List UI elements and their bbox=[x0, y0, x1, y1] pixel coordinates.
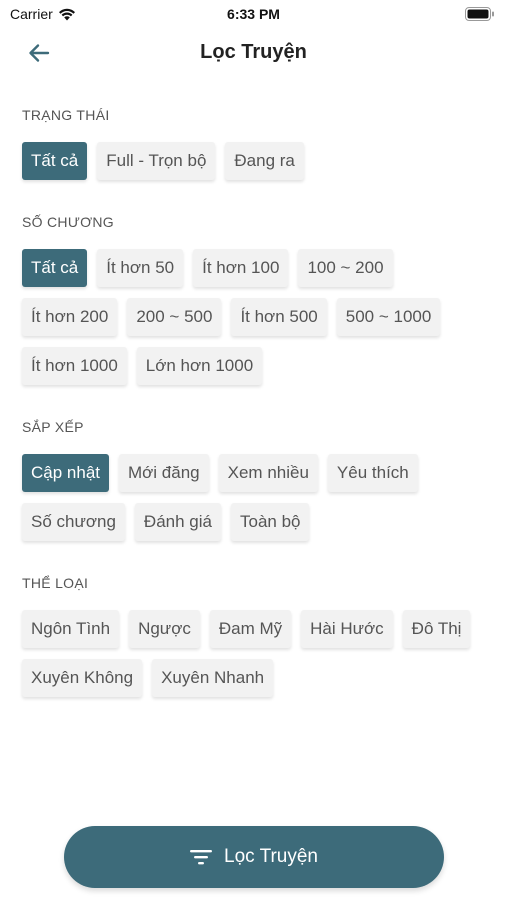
chapters-chip[interactable]: 500 ~ 1000 bbox=[336, 298, 441, 336]
chapters-chip[interactable]: 200 ~ 500 bbox=[127, 298, 222, 336]
chapters-chip[interactable]: Lớn hơn 1000 bbox=[136, 347, 263, 385]
chapters-chip[interactable]: Tất cả bbox=[22, 249, 88, 287]
nav-bar: Lọc Truyện bbox=[0, 30, 507, 76]
chapters-chip[interactable]: Ít hơn 200 bbox=[22, 298, 118, 336]
sort-chip[interactable]: Toàn bộ bbox=[230, 503, 310, 541]
sort-chip[interactable]: Xem nhiều bbox=[218, 454, 318, 492]
chapters-chip[interactable]: Ít hơn 500 bbox=[231, 298, 327, 336]
genre-chip[interactable]: Xuyên Nhanh bbox=[152, 659, 274, 697]
section-title-genre: THỂ LOẠI bbox=[22, 575, 89, 591]
chapters-chip[interactable]: Ít hơn 50 bbox=[97, 249, 184, 287]
genre-chip[interactable]: Ngược bbox=[129, 610, 200, 648]
chapters-section: SỐ CHƯƠNG Tất cả Ít hơn 50 Ít hơn 100 100 ~… bbox=[22, 214, 485, 385]
status-chip[interactable]: Tất cả bbox=[22, 142, 88, 180]
genre-chip[interactable]: Đô Thị bbox=[402, 610, 471, 648]
filter-icon bbox=[190, 850, 212, 865]
genre-chip[interactable]: Xuyên Không bbox=[22, 659, 143, 697]
status-section: TRẠNG THÁI Tất cả Full - Trọn bộ Đang ra bbox=[22, 107, 485, 180]
section-title-status: TRẠNG THÁI bbox=[22, 107, 110, 123]
status-chip[interactable]: Full - Trọn bộ bbox=[97, 142, 216, 180]
chapters-chip[interactable]: Ít hơn 100 bbox=[193, 249, 289, 287]
section-title-chapters: SỐ CHƯƠNG bbox=[22, 214, 114, 230]
sort-chip-group: Cập nhật Mới đăng Xem nhiều Yêu thích Số chư… bbox=[22, 454, 485, 541]
sort-chip[interactable]: Yêu thích bbox=[327, 454, 418, 492]
apply-filter-label: Lọc Truyện bbox=[224, 846, 318, 867]
status-bar: Carrier 6:33 PM bbox=[0, 0, 507, 30]
page-title: Lọc Truyện bbox=[200, 41, 307, 63]
genre-chip-group: Ngôn Tình Ngược Đam Mỹ Hài Hước Đô Thị Xuyên … bbox=[22, 610, 485, 697]
chapters-chip[interactable]: 100 ~ 200 bbox=[298, 249, 393, 287]
status-chip[interactable]: Đang ra bbox=[225, 142, 304, 180]
section-title-sort: SẮP XẾP bbox=[22, 419, 84, 435]
chapters-chip[interactable]: Ít hơn 1000 bbox=[22, 347, 127, 385]
apply-filter-button[interactable]: Lọc Truyện bbox=[64, 826, 444, 888]
genre-chip[interactable]: Đam Mỹ bbox=[209, 610, 292, 648]
genre-section: THỂ LOẠI Ngôn Tình Ngược Đam Mỹ Hài Hước Đô … bbox=[22, 575, 485, 697]
sort-chip[interactable]: Cập nhật bbox=[22, 454, 109, 492]
battery-icon bbox=[465, 7, 494, 21]
status-time: 6:33 PM bbox=[227, 6, 280, 22]
genre-chip[interactable]: Hài Hước bbox=[301, 610, 393, 648]
genre-chip[interactable]: Ngôn Tình bbox=[22, 610, 120, 648]
sort-chip[interactable]: Số chương bbox=[22, 503, 125, 541]
status-chip-group: Tất cả Full - Trọn bộ Đang ra bbox=[22, 142, 485, 180]
sort-chip[interactable]: Mới đăng bbox=[119, 454, 209, 492]
sort-section: SẮP XẾP Cập nhật Mới đăng Xem nhiều Yêu thí… bbox=[22, 419, 485, 541]
filter-content: TRẠNG THÁI Tất cả Full - Trọn bộ Đang ra S… bbox=[0, 76, 507, 826]
chapters-chip-group: Tất cả Ít hơn 50 Ít hơn 100 100 ~ 200 Ít hơn… bbox=[22, 249, 485, 385]
sort-chip[interactable]: Đánh giá bbox=[134, 503, 221, 541]
